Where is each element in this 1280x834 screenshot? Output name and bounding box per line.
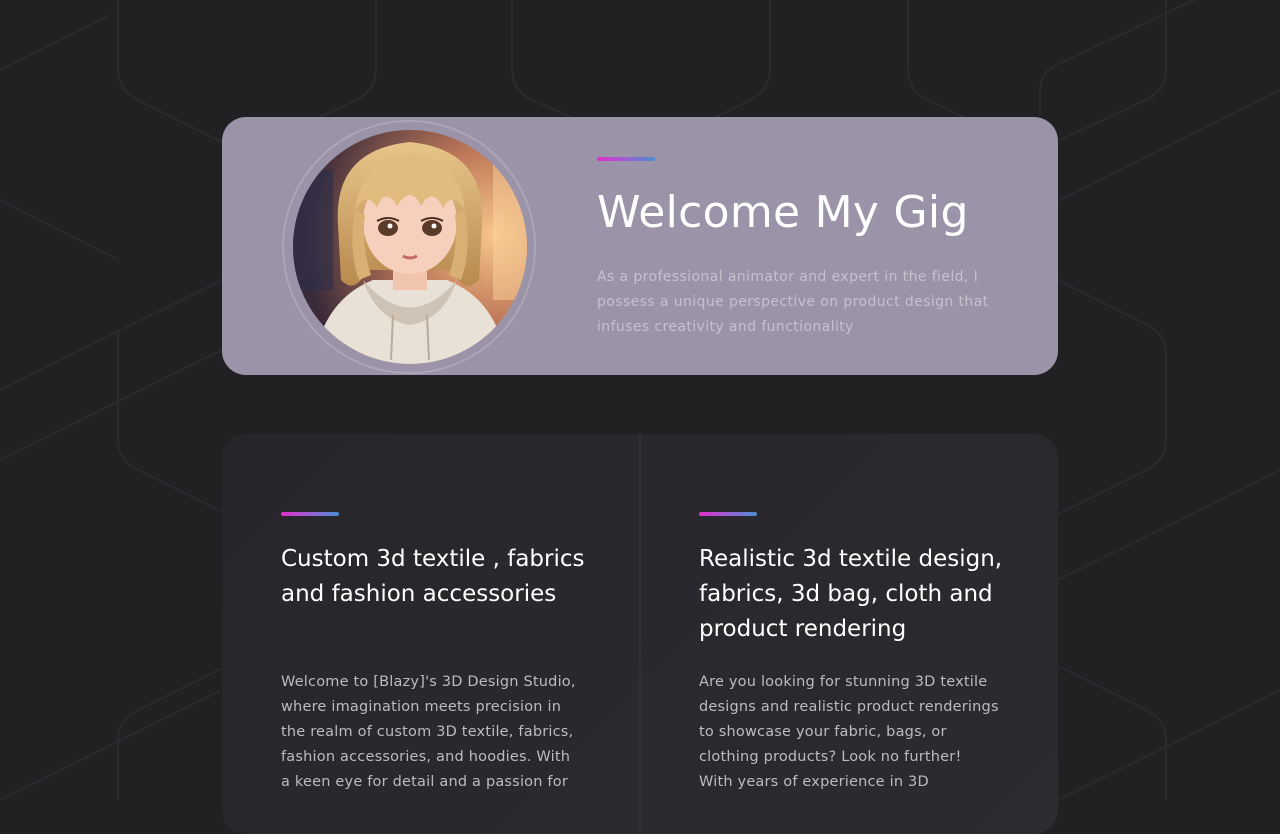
- card-title: Realistic 3d textile design, fabrics, 3d…: [699, 546, 1003, 642]
- avatar: [293, 130, 527, 364]
- hero-accent-bar: [597, 157, 655, 161]
- hero-title: Welcome My Gig: [597, 187, 969, 238]
- card-text: Welcome to [Blazy]'s 3D Design Studio, w…: [281, 674, 576, 790]
- card-text: Are you looking for stunning 3D textile …: [699, 674, 999, 790]
- card-title: Custom 3d textile , fabrics and fashion …: [281, 546, 585, 607]
- hero-banner: Welcome My Gig As a professional animato…: [222, 117, 1058, 375]
- services-panel: Custom 3d textile , fabrics and fashion …: [222, 434, 1058, 834]
- card-accent-bar: [699, 512, 757, 516]
- hero-description: As a professional animator and expert in…: [597, 269, 989, 335]
- card-accent-bar: [281, 512, 339, 516]
- card-divider: [639, 434, 641, 834]
- avatar-illustration: [293, 130, 527, 364]
